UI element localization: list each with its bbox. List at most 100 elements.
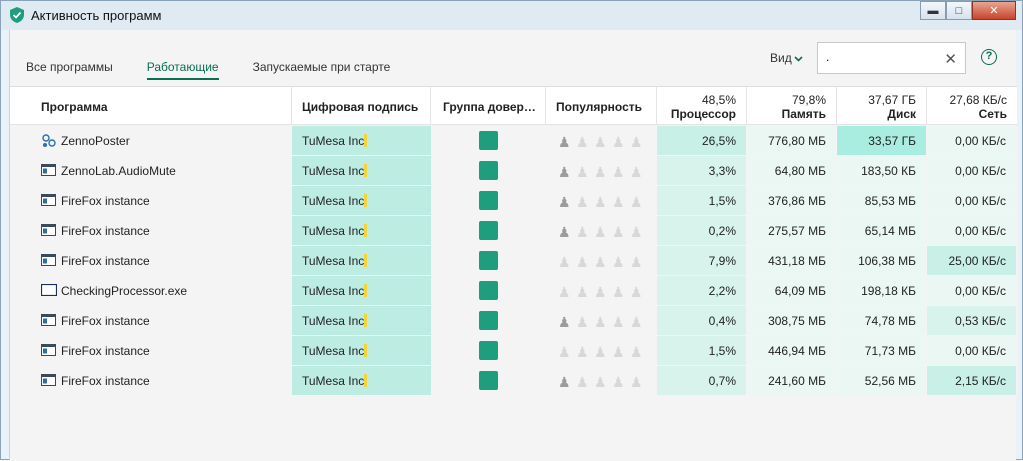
popularity-person-icon: ♟	[630, 374, 643, 390]
view-dropdown[interactable]: Вид	[770, 51, 803, 65]
trusted-group-icon[interactable]	[479, 221, 498, 240]
program-cell: ZennoLab.AudioMute	[41, 156, 291, 185]
popularity-person-icon: ♟	[630, 134, 643, 150]
title-bar[interactable]: Активность программ ▬ □ ✕	[1, 1, 1022, 30]
signature-cell: TuMesa Inc.	[292, 306, 431, 335]
program-name: CheckingProcessor.exe	[61, 284, 188, 298]
network-cell: 0,53 КБ/с	[927, 306, 1016, 335]
column-header-program[interactable]: Программа	[10, 87, 292, 125]
signature-text: TuMesa Inc.	[302, 134, 368, 148]
popularity-person-icon: ♟	[576, 314, 589, 330]
memory-cell: 275,57 МБ	[747, 216, 836, 245]
trusted-group-icon[interactable]	[479, 281, 498, 300]
table-row[interactable]: FireFox instance TuMesa Inc. ♟ ♟ ♟ ♟ ♟ 7,9% 431,…	[10, 246, 1017, 276]
memory-cell: 64,09 МБ	[747, 276, 836, 305]
column-header-popularity[interactable]: Популярность	[546, 87, 657, 125]
popularity-person-icon: ♟	[576, 164, 589, 180]
signature-text: TuMesa Inc.	[302, 164, 368, 178]
cpu-cell: 2,2%	[657, 276, 746, 305]
network-cell: 0,00 КБ/с	[927, 126, 1016, 155]
popularity-person-icon: ♟	[612, 314, 625, 330]
cpu-cell: 0,2%	[657, 216, 746, 245]
popularity-person-icon: ♟	[558, 314, 571, 330]
highlight-marker	[364, 224, 367, 237]
trust-group-cell	[431, 156, 545, 185]
popularity-person-icon: ♟	[558, 134, 571, 150]
trusted-group-icon[interactable]	[479, 371, 498, 390]
table-row[interactable]: ZennoLab.AudioMute TuMesa Inc. ♟ ♟ ♟ ♟ ♟ 3,3% 64…	[10, 156, 1017, 186]
signature-cell: TuMesa Inc.	[292, 126, 431, 155]
table-row[interactable]: FireFox instance TuMesa Inc. ♟ ♟ ♟ ♟ ♟ 1,5% 446,…	[10, 336, 1017, 366]
disk-cell: 74,78 МБ	[837, 306, 926, 335]
popularity-person-icon: ♟	[612, 254, 625, 270]
signature-text: TuMesa Inc.	[302, 314, 368, 328]
highlight-marker	[364, 374, 367, 387]
trusted-group-icon[interactable]	[479, 251, 498, 270]
trusted-group-icon[interactable]	[479, 341, 498, 360]
app-window-icon	[41, 314, 56, 326]
memory-cell: 431,18 МБ	[747, 246, 836, 275]
popularity-person-icon: ♟	[612, 224, 625, 240]
popularity-person-icon: ♟	[594, 284, 607, 300]
minimize-icon: ▬	[927, 4, 939, 17]
highlight-marker	[364, 344, 367, 357]
minimize-button[interactable]: ▬	[920, 1, 946, 20]
trust-group-cell	[431, 186, 545, 215]
column-header-memory[interactable]: 79,8% Память	[747, 87, 837, 125]
highlight-marker	[364, 164, 367, 177]
shield-check-icon	[10, 7, 24, 23]
popularity-person-icon: ♟	[594, 344, 607, 360]
popularity-person-icon: ♟	[576, 134, 589, 150]
popularity-cell: ♟ ♟ ♟ ♟ ♟	[546, 366, 656, 395]
popularity-person-icon: ♟	[630, 224, 643, 240]
clear-search-icon[interactable]: ✕	[944, 50, 957, 68]
tab-startup[interactable]: Запускаемые при старте	[253, 60, 391, 80]
table-row[interactable]: FireFox instance TuMesa Inc. ♟ ♟ ♟ ♟ ♟ 0,7% 241,…	[10, 366, 1017, 396]
memory-cell: 241,60 МБ	[747, 366, 836, 395]
popularity-person-icon: ♟	[558, 254, 571, 270]
window-title: Активность программ	[31, 8, 162, 23]
network-total: 27,68 КБ/с	[949, 93, 1007, 107]
disk-cell: 183,50 КБ	[837, 156, 926, 185]
close-button[interactable]: ✕	[972, 1, 1016, 20]
tab-running[interactable]: Работающие	[146, 60, 219, 80]
maximize-button[interactable]: □	[946, 1, 972, 20]
table-row[interactable]: FireFox instance TuMesa Inc. ♟ ♟ ♟ ♟ ♟ 1,5% 376,…	[10, 186, 1017, 216]
table-row[interactable]: ZennoPoster TuMesa Inc. ♟ ♟ ♟ ♟ ♟ 26,5% 776,80 М…	[10, 126, 1017, 156]
column-header-group[interactable]: Группа довер…	[431, 87, 546, 125]
column-header-cpu[interactable]: 48,5% Процессор	[657, 87, 747, 125]
disk-total: 37,67 ГБ	[868, 93, 916, 107]
search-box: ✕	[817, 42, 966, 74]
table-row[interactable]: FireFox instance TuMesa Inc. ♟ ♟ ♟ ♟ ♟ 0,4% 308,…	[10, 306, 1017, 336]
popularity-person-icon: ♟	[594, 134, 607, 150]
help-icon[interactable]: ?	[981, 49, 997, 65]
table-row[interactable]: CheckingProcessor.exe TuMesa Inc. ♟ ♟ ♟ ♟ ♟ 2,2…	[10, 276, 1017, 306]
popularity-person-icon: ♟	[576, 374, 589, 390]
app-window-icon	[41, 224, 56, 236]
search-input[interactable]	[826, 43, 946, 71]
popularity-person-icon: ♟	[612, 344, 625, 360]
program-cell: ZennoPoster	[41, 126, 291, 155]
cpu-cell: 1,5%	[657, 186, 746, 215]
trusted-group-icon[interactable]	[479, 311, 498, 330]
memory-cell: 64,80 МБ	[747, 156, 836, 185]
trusted-group-icon[interactable]	[479, 191, 498, 210]
main-panel: Все программы Работающие Запускаемые при…	[9, 30, 1017, 461]
signature-text: TuMesa Inc.	[302, 344, 368, 358]
program-table: Программа Цифровая подпись Группа довер……	[10, 86, 1017, 396]
popularity-person-icon: ♟	[630, 314, 643, 330]
table-row[interactable]: FireFox instance TuMesa Inc. ♟ ♟ ♟ ♟ ♟ 0,2% 275,…	[10, 216, 1017, 246]
tab-all-programs[interactable]: Все программы	[26, 60, 113, 80]
column-header-signature[interactable]: Цифровая подпись	[292, 87, 431, 125]
disk-cell: 65,14 МБ	[837, 216, 926, 245]
popularity-person-icon: ♟	[612, 374, 625, 390]
network-cell: 0,00 КБ/с	[927, 186, 1016, 215]
tab-bar: Все программы Работающие Запускаемые при…	[26, 60, 424, 80]
highlight-marker	[364, 254, 367, 267]
trusted-group-icon[interactable]	[479, 131, 498, 150]
signature-cell: TuMesa Inc.	[292, 216, 431, 245]
column-header-network[interactable]: 27,68 КБ/с Сеть	[927, 87, 1017, 125]
trusted-group-icon[interactable]	[479, 161, 498, 180]
popularity-person-icon: ♟	[612, 134, 625, 150]
column-header-disk[interactable]: 37,67 ГБ Диск	[837, 87, 927, 125]
